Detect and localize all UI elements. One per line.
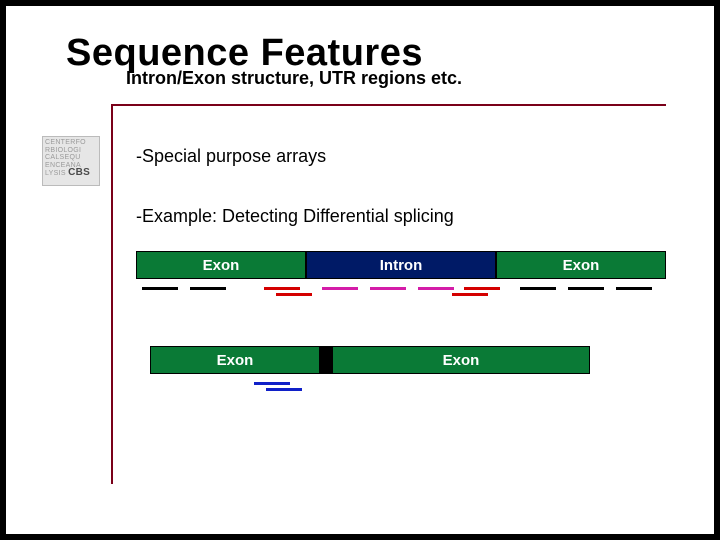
divider-horizontal [111, 104, 666, 106]
exon-label: Exon [217, 352, 254, 369]
intron-label: Intron [380, 257, 423, 274]
probe-red [264, 287, 300, 290]
logo-line: RBIOLOGI [45, 147, 97, 155]
exon-label: Exon [203, 257, 240, 274]
row2-exon-left: Exon [150, 346, 320, 374]
probe-blue [266, 388, 302, 391]
bullet-example: -Example: Detecting Differential splicin… [136, 206, 454, 227]
probe-red [276, 293, 312, 296]
logo-big: CBS [68, 167, 90, 178]
bullet-special-arrays: -Special purpose arrays [136, 146, 326, 167]
slide-subtitle: Intron/Exon structure, UTR regions etc. [126, 68, 462, 89]
exon-label: Exon [563, 257, 600, 274]
row1-exon-left: Exon [136, 251, 306, 279]
divider-vertical [111, 104, 113, 484]
probe-blue [254, 382, 290, 385]
cbs-logo: CENTERFO RBIOLOGI CALSEQU ENCEANA LYSIS … [42, 136, 100, 186]
logo-line: LYSIS CBS [45, 169, 97, 178]
slide-frame: Sequence Features Intron/Exon structure,… [0, 0, 720, 540]
row1-intron: Intron [306, 251, 496, 279]
probe-black [190, 287, 226, 290]
row2-exon-right: Exon [332, 346, 590, 374]
probe-red [452, 293, 488, 296]
row1-exon-right: Exon [496, 251, 666, 279]
logo-line: CALSEQU [45, 154, 97, 162]
exon-label: Exon [443, 352, 480, 369]
splicing-diagram: Exon Intron Exon Exon Exon [136, 251, 676, 481]
probe-black [568, 287, 604, 290]
probe-black [616, 287, 652, 290]
probe-magenta [322, 287, 358, 290]
probe-black [142, 287, 178, 290]
probe-black [520, 287, 556, 290]
probe-magenta [418, 287, 454, 290]
probe-red [464, 287, 500, 290]
probe-magenta [370, 287, 406, 290]
row2-junction [320, 346, 332, 374]
logo-line: CENTERFO [45, 139, 97, 147]
